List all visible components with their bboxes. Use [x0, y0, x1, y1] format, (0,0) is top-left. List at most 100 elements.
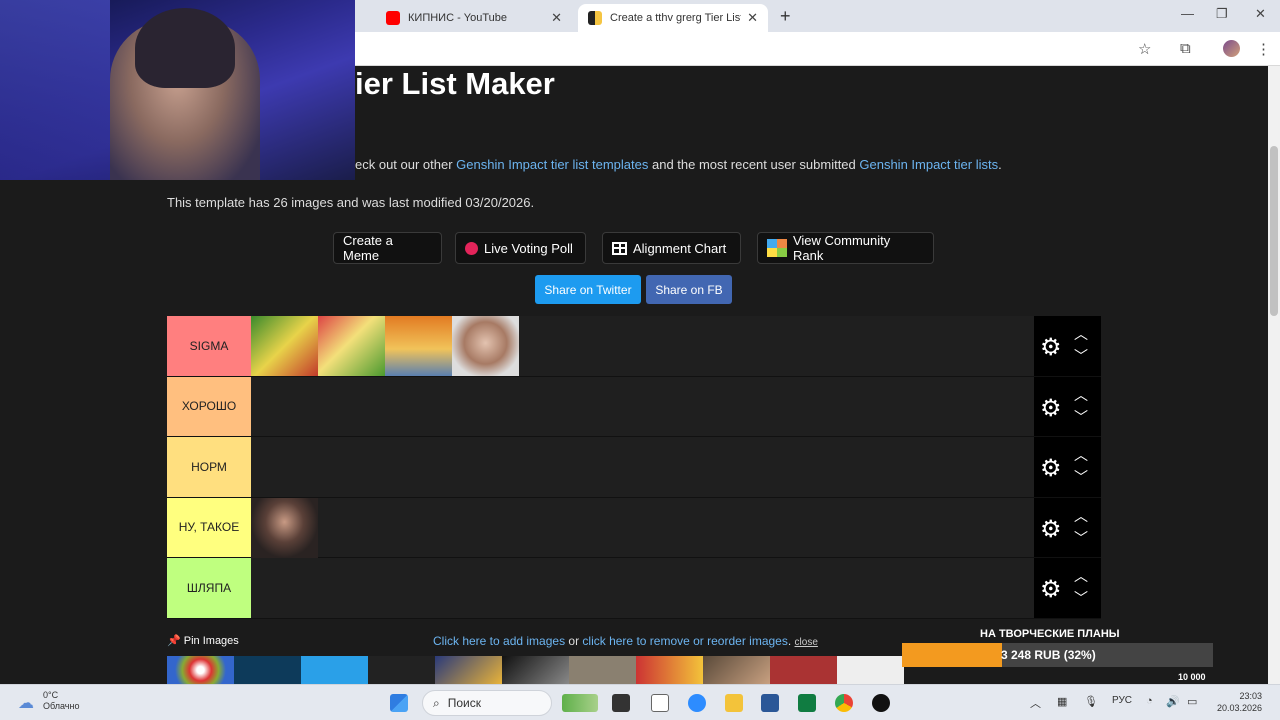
- maximize-icon[interactable]: ❐: [1216, 6, 1228, 22]
- intro-prefix: eck out our other: [355, 157, 457, 172]
- weather-icon[interactable]: ☁: [18, 693, 34, 713]
- page-scrollbar[interactable]: [1268, 66, 1280, 684]
- word-icon[interactable]: [761, 694, 779, 712]
- gear-icon[interactable]: ⚙: [1040, 333, 1062, 362]
- weather-widget[interactable]: 0°C Облачно: [43, 690, 79, 712]
- tier-items: [251, 376, 1034, 436]
- chevron-down-icon[interactable]: ﹀: [1074, 528, 1088, 548]
- bookmark-star-icon[interactable]: ☆: [1138, 40, 1151, 58]
- pin-images-toggle[interactable]: 📌 Pin Images: [167, 634, 239, 647]
- zoom-icon[interactable]: [688, 694, 706, 712]
- live-voting-button[interactable]: Live Voting Poll: [455, 232, 586, 264]
- microphone-icon[interactable]: 🎙: [1084, 695, 1098, 708]
- tier-label[interactable]: ХОРОШО: [167, 376, 251, 436]
- task-view-icon[interactable]: [612, 694, 630, 712]
- tier-controls: ⚙ ︿ ﹀: [1034, 316, 1101, 376]
- language-indicator[interactable]: РУС: [1112, 695, 1132, 706]
- tier-items: [251, 497, 1034, 558]
- pool-image[interactable]: [636, 656, 703, 684]
- chart-app-icon[interactable]: [651, 694, 669, 712]
- alignment-chart-button[interactable]: Alignment Chart: [602, 232, 741, 264]
- share-twitter-button[interactable]: Share on Twitter: [535, 275, 641, 304]
- tier-image[interactable]: [452, 316, 519, 376]
- gear-icon[interactable]: ⚙: [1040, 394, 1062, 423]
- minimize-icon[interactable]: —: [1181, 6, 1194, 21]
- color-grid-icon: [767, 239, 787, 257]
- tier-image[interactable]: [385, 316, 452, 376]
- tray-chevron-up-icon[interactable]: ︿: [1030, 695, 1041, 711]
- create-meme-button[interactable]: Create a Meme: [333, 232, 442, 264]
- pool-image[interactable]: [167, 656, 234, 684]
- scrollbar-thumb[interactable]: [1270, 146, 1278, 316]
- new-tab-icon[interactable]: +: [780, 6, 791, 27]
- extensions-icon[interactable]: ⧉: [1180, 40, 1191, 57]
- close-link[interactable]: close: [795, 637, 818, 648]
- pool-image[interactable]: [502, 656, 569, 684]
- chevron-up-icon[interactable]: ︿: [1074, 506, 1088, 526]
- pin-icon: 📌: [167, 635, 181, 647]
- close-window-icon[interactable]: ✕: [1255, 6, 1266, 22]
- battery-icon[interactable]: ▭: [1187, 695, 1197, 708]
- chevron-down-icon[interactable]: ﹀: [1074, 467, 1088, 487]
- clock[interactable]: 23:03 20.03.2026: [1212, 690, 1262, 714]
- tab-tiermaker[interactable]: Create a tthv grerg Tier List - Ti ✕: [578, 4, 768, 32]
- share-fb-button[interactable]: Share on FB: [646, 275, 732, 304]
- menu-icon[interactable]: ⋮: [1256, 40, 1271, 58]
- add-images-link[interactable]: Click here to add images: [433, 634, 565, 648]
- pool-image[interactable]: [301, 656, 368, 684]
- pool-image[interactable]: [234, 656, 301, 684]
- pool-image[interactable]: [569, 656, 636, 684]
- pool-image[interactable]: [770, 656, 837, 684]
- pool-image[interactable]: [837, 656, 904, 684]
- pool-image[interactable]: [703, 656, 770, 684]
- tier-label[interactable]: ШЛЯПА: [167, 558, 251, 618]
- tab-youtube[interactable]: КИПНИС - YouTube ✕: [376, 4, 572, 32]
- gear-icon[interactable]: ⚙: [1040, 454, 1062, 483]
- chevron-up-icon[interactable]: ︿: [1074, 324, 1088, 344]
- profile-avatar[interactable]: [1223, 40, 1240, 57]
- button-label: View Community Rank: [792, 233, 891, 263]
- youtube-icon: [386, 11, 400, 25]
- chevron-down-icon[interactable]: ﹀: [1074, 346, 1088, 366]
- chevron-up-icon[interactable]: ︿: [1074, 445, 1088, 465]
- volume-icon[interactable]: 🔊: [1166, 695, 1180, 708]
- tier-image[interactable]: [318, 316, 385, 376]
- chevron-up-icon[interactable]: ︿: [1074, 385, 1088, 405]
- gear-icon[interactable]: ⚙: [1040, 575, 1062, 604]
- donation-progress-fill: [902, 643, 1002, 667]
- chrome-icon[interactable]: [835, 694, 853, 712]
- tier-controls: ⚙ ︿ ﹀: [1034, 497, 1101, 557]
- tiermaker-icon: [588, 11, 602, 25]
- image-pool: [167, 656, 904, 684]
- tier-label[interactable]: НУ, ТАКОЕ: [167, 497, 251, 557]
- templates-link[interactable]: Genshin Impact tier list templates: [456, 157, 648, 172]
- close-tab-icon[interactable]: ✕: [551, 10, 562, 26]
- chevron-up-icon[interactable]: ︿: [1074, 566, 1088, 586]
- tier-image[interactable]: [251, 316, 318, 376]
- tier-row: НУ, ТАКОЕ ⚙ ︿ ﹀: [167, 497, 1101, 558]
- pool-image[interactable]: [368, 656, 435, 684]
- template-info: This template has 26 images and was last…: [167, 195, 535, 210]
- donation-goal: 10 000: [1178, 672, 1206, 682]
- windows-start-icon[interactable]: [390, 694, 408, 712]
- gear-icon[interactable]: ⚙: [1040, 515, 1062, 544]
- tier-label[interactable]: SIGMA: [167, 316, 251, 376]
- excel-icon[interactable]: [798, 694, 816, 712]
- file-explorer-icon[interactable]: [725, 694, 743, 712]
- close-tab-icon[interactable]: ✕: [747, 10, 758, 26]
- reorder-images-link[interactable]: click here to remove or reorder images: [582, 634, 787, 648]
- tier-lists-link[interactable]: Genshin Impact tier lists: [859, 157, 998, 172]
- chevron-down-icon[interactable]: ﹀: [1074, 588, 1088, 608]
- taskbar-search[interactable]: ⌕ Поиск: [422, 690, 552, 716]
- chevron-down-icon[interactable]: ﹀: [1074, 407, 1088, 427]
- wifi-icon[interactable]: ◔: [1146, 695, 1153, 707]
- tier-image[interactable]: [251, 497, 318, 558]
- tier-controls: ⚙ ︿ ﹀: [1034, 437, 1101, 497]
- community-rank-button[interactable]: View Community Rank: [757, 232, 934, 264]
- tier-label[interactable]: НОРМ: [167, 437, 251, 497]
- tray-app-icon[interactable]: ▦: [1057, 695, 1067, 708]
- tier-row: НОРМ ⚙ ︿ ﹀: [167, 437, 1101, 498]
- pinned-app-icon[interactable]: [562, 694, 598, 712]
- pool-image[interactable]: [435, 656, 502, 684]
- obs-icon[interactable]: [872, 694, 890, 712]
